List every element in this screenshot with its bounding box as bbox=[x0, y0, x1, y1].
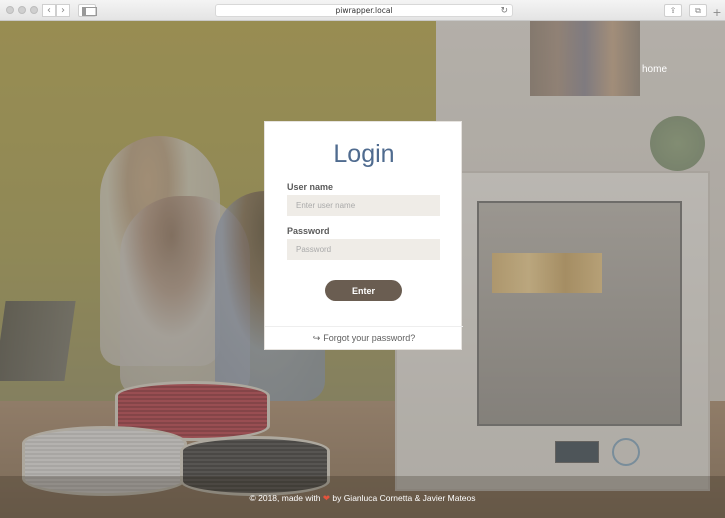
heart-icon: ❤ bbox=[322, 493, 330, 503]
footer: © 2018, made with ❤ by Gianluca Cornetta… bbox=[0, 493, 725, 504]
forgot-password-link[interactable]: ↪ Forgot your password? bbox=[265, 333, 463, 344]
history-buttons: ‹ › bbox=[42, 4, 70, 17]
zoom-window-button[interactable] bbox=[30, 6, 38, 14]
card-divider bbox=[265, 326, 463, 327]
address-bar[interactable]: piwrapper.local ↻ bbox=[215, 4, 513, 17]
reload-icon[interactable]: ↻ bbox=[500, 5, 508, 17]
close-window-button[interactable] bbox=[6, 6, 14, 14]
password-input[interactable] bbox=[287, 239, 440, 260]
window-controls bbox=[6, 6, 38, 14]
home-link[interactable]: home bbox=[642, 64, 667, 75]
footer-prefix: © 2018, made with bbox=[249, 493, 321, 503]
show-tabs-button[interactable]: ⧉ bbox=[689, 4, 707, 17]
enter-button[interactable]: Enter bbox=[325, 280, 402, 301]
footer-credits: by Gianluca Cornetta & Javier Mateos bbox=[332, 493, 476, 503]
username-input[interactable] bbox=[287, 195, 440, 216]
new-tab-button[interactable]: + bbox=[711, 7, 723, 20]
login-title: Login bbox=[333, 140, 395, 168]
share-button[interactable]: ⇪ bbox=[664, 4, 682, 17]
address-url: piwrapper.local bbox=[335, 6, 393, 15]
sidebar-toggle-button[interactable] bbox=[78, 4, 97, 17]
password-label: Password bbox=[287, 226, 330, 236]
back-button[interactable]: ‹ bbox=[42, 4, 56, 17]
browser-toolbar: ‹ › piwrapper.local ↻ ⇪ ⧉ + bbox=[0, 0, 725, 21]
forgot-password-label: Forgot your password? bbox=[323, 333, 416, 343]
minimize-window-button[interactable] bbox=[18, 6, 26, 14]
share-arrow-icon: ↪ bbox=[312, 333, 321, 343]
username-label: User name bbox=[287, 182, 334, 192]
forward-button[interactable]: › bbox=[56, 4, 70, 17]
login-card: Login User name Password Enter ↪Forgot y… bbox=[264, 121, 463, 350]
